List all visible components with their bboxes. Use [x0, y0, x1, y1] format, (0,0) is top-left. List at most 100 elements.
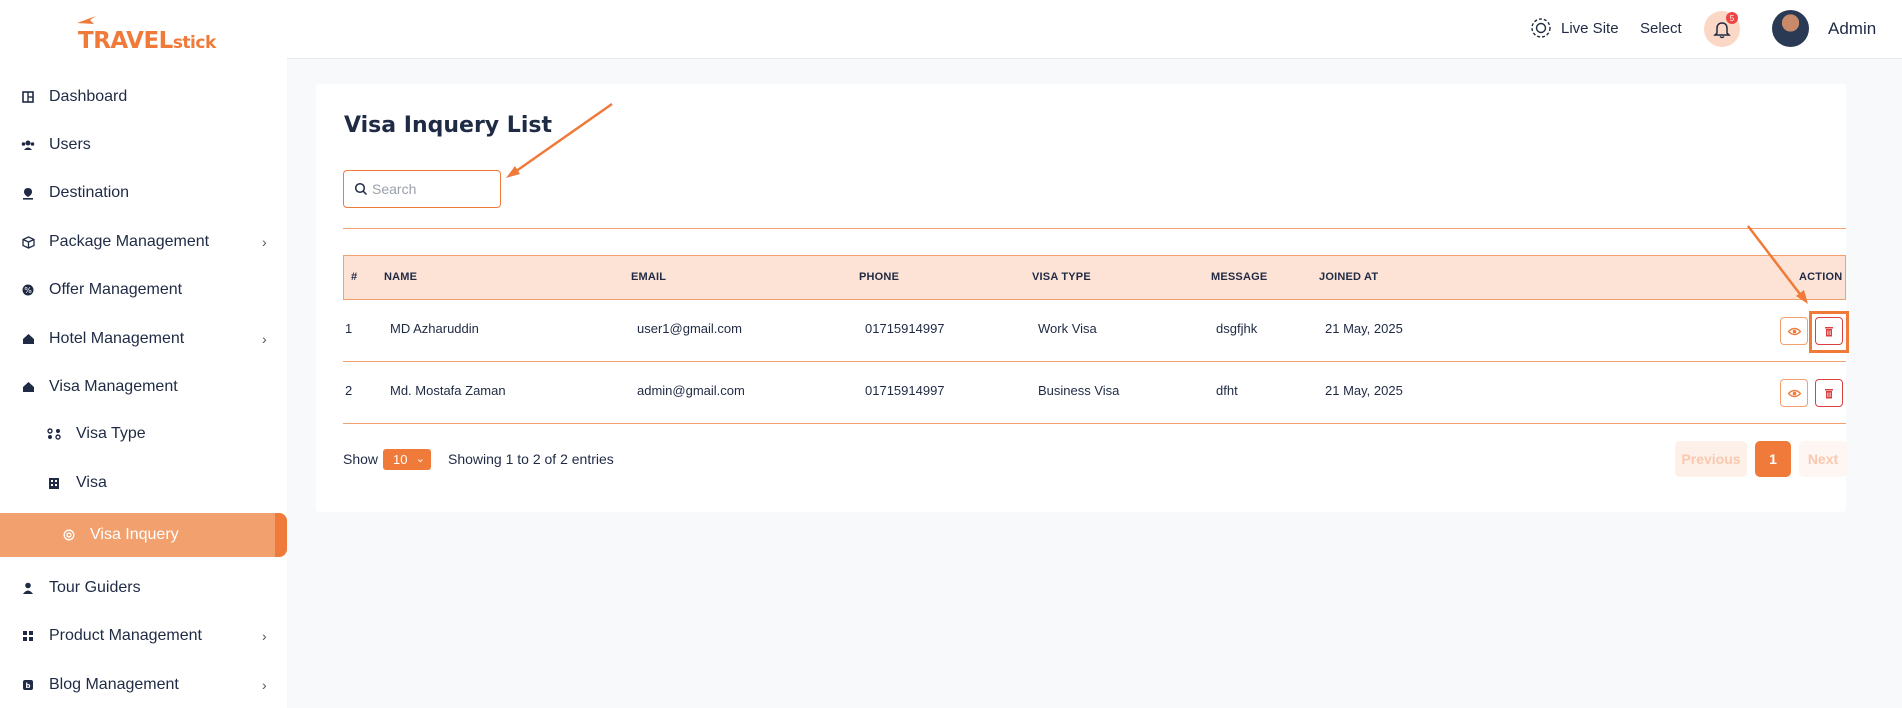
eye-icon — [1787, 327, 1801, 335]
location-pin-icon — [21, 186, 35, 200]
visa-inquery-card: Visa Inquery List # NAME EMAIL PHONE VIS… — [316, 84, 1849, 512]
column-header-phone: PHONE — [859, 271, 900, 283]
search-icon — [354, 182, 368, 196]
eye-icon — [1787, 389, 1801, 397]
cell-joined-at: 21 May, 2025 — [1325, 321, 1403, 336]
chevron-right-icon: › — [262, 677, 267, 693]
cell-joined-at: 21 May, 2025 — [1325, 383, 1403, 398]
sidebar-item-label: Visa Inquery — [90, 526, 179, 543]
pagination-next[interactable]: Next — [1799, 441, 1847, 477]
sidebar-item-label: Dashboard — [49, 88, 128, 105]
building-icon — [47, 476, 61, 490]
chevron-right-icon: › — [262, 234, 267, 250]
sidebar-item-visa-management[interactable]: Visa Management — [0, 365, 287, 409]
cell-name: MD Azharuddin — [390, 321, 479, 336]
cell-email: admin@gmail.com — [637, 383, 745, 398]
table-row: 1 MD Azharuddin user1@gmail.com 01715914… — [343, 300, 1849, 362]
search-input[interactable] — [372, 179, 492, 199]
view-button[interactable] — [1780, 379, 1808, 407]
sidebar-item-label: Hotel Management — [49, 330, 185, 347]
search-box[interactable] — [343, 170, 501, 208]
column-header-name: NAME — [384, 271, 418, 283]
language-select[interactable]: Select — [1640, 20, 1682, 37]
cell-name: Md. Mostafa Zaman — [390, 383, 506, 398]
guide-icon — [21, 581, 35, 595]
sidebar-item-visa[interactable]: Visa — [0, 461, 287, 505]
sidebar-item-label: Visa — [76, 474, 107, 491]
sidebar-item-offer-management[interactable]: % Offer Management — [0, 268, 287, 312]
cell-phone: 01715914997 — [865, 383, 945, 398]
cell-message: dsgfjhk — [1216, 321, 1258, 336]
table-header: # NAME EMAIL PHONE VISA TYPE MESSAGE JOI… — [343, 255, 1846, 300]
chevron-right-icon: › — [262, 331, 267, 347]
show-label: Show — [343, 451, 379, 467]
user-name[interactable]: Admin — [1828, 19, 1876, 39]
pagination-page[interactable]: 1 — [1755, 441, 1791, 477]
sidebar-item-visa-type[interactable]: Visa Type — [0, 412, 287, 456]
brand-logo[interactable]: TRAVELstick — [77, 16, 216, 54]
cell-email: user1@gmail.com — [637, 321, 742, 336]
sidebar-item-package-management[interactable]: Package Management › — [0, 220, 287, 264]
sidebar-item-label: Tour Guiders — [49, 579, 141, 596]
sidebar-item-product-management[interactable]: Product Management › — [0, 614, 287, 658]
sidebar-item-label: Product Management — [49, 627, 202, 644]
avatar[interactable] — [1772, 10, 1809, 47]
circle-icon — [62, 528, 76, 542]
dashboard-icon — [21, 90, 35, 104]
users-icon — [21, 138, 35, 152]
page-title: Visa Inquery List — [344, 113, 552, 138]
cell-number: 2 — [345, 383, 353, 398]
sidebar-item-blog-management[interactable]: b Blog Management › — [0, 663, 287, 707]
brand-name: TRAVELstick — [78, 28, 216, 54]
sidebar-item-users[interactable]: Users — [0, 123, 287, 167]
sidebar-item-label: Visa Management — [49, 378, 178, 395]
notification-badge: 5 — [1726, 12, 1738, 24]
cell-number: 1 — [345, 321, 353, 336]
sidebar-item-label: Destination — [49, 184, 130, 201]
sidebar-item-destination[interactable]: Destination — [0, 171, 287, 215]
column-header-visa-type: VISA TYPE — [1032, 271, 1091, 283]
cell-visa-type: Work Visa — [1038, 321, 1097, 336]
sidebar-item-visa-inquery[interactable]: Visa Inquery — [0, 513, 287, 557]
divider — [343, 228, 1846, 229]
column-header-action: ACTION — [1799, 271, 1843, 283]
view-button[interactable] — [1780, 317, 1808, 345]
highlight-box — [1809, 311, 1849, 353]
cell-message: dfht — [1216, 383, 1238, 398]
delete-button[interactable] — [1815, 379, 1843, 407]
blog-icon: b — [21, 678, 35, 692]
grid-icon — [21, 629, 35, 643]
sidebar-item-tour-guiders[interactable]: Tour Guiders — [0, 566, 287, 610]
svg-text:b: b — [25, 682, 30, 690]
hotel-icon — [21, 332, 35, 346]
plane-icon — [77, 16, 96, 24]
live-site-icon — [1531, 18, 1551, 38]
page-length-select[interactable]: 10 ⌄ — [383, 449, 431, 470]
svg-text:%: % — [24, 286, 32, 295]
sidebar-item-dashboard[interactable]: Dashboard — [0, 75, 287, 119]
sidebar-item-label: Users — [49, 136, 91, 153]
chevron-right-icon: › — [262, 628, 267, 644]
visa-type-icon — [47, 427, 61, 441]
sidebar-item-label: Offer Management — [49, 281, 183, 298]
sidebar-item-label: Package Management — [49, 233, 210, 250]
cell-visa-type: Business Visa — [1038, 383, 1120, 398]
sidebar-item-hotel-management[interactable]: Hotel Management › — [0, 317, 287, 361]
table-row: 2 Md. Mostafa Zaman admin@gmail.com 0171… — [343, 362, 1846, 424]
column-header-number: # — [351, 271, 358, 283]
box-icon — [21, 235, 35, 249]
offer-icon: % — [21, 283, 35, 297]
sidebar-item-label: Blog Management — [49, 676, 179, 693]
column-header-message: MESSAGE — [1211, 271, 1268, 283]
chevron-down-icon: ⌄ — [415, 453, 425, 465]
pagination-previous[interactable]: Previous — [1675, 441, 1747, 477]
trash-icon — [1825, 388, 1833, 398]
live-site-link[interactable]: Live Site — [1530, 17, 1619, 39]
column-header-joined-at: JOINED AT — [1319, 271, 1379, 283]
live-site-label: Live Site — [1561, 19, 1619, 37]
page-length-value: 10 — [393, 452, 408, 467]
sidebar: TRAVELstick Dashboard Users Destination … — [0, 0, 287, 708]
cell-phone: 01715914997 — [865, 321, 945, 336]
home-icon — [21, 380, 35, 394]
sidebar-item-label: Visa Type — [76, 425, 146, 442]
